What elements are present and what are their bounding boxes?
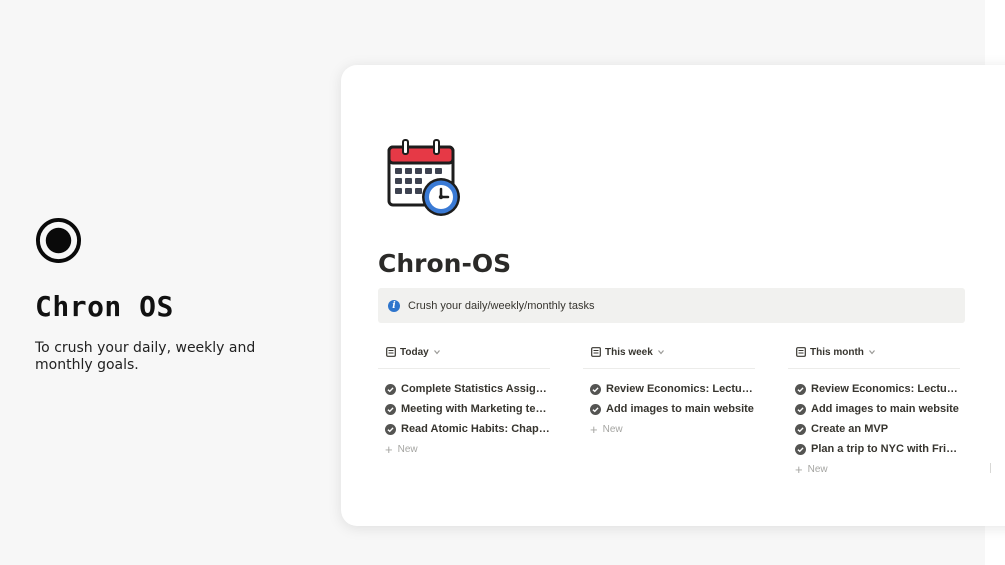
task-item[interactable]: Plan a trip to NYC with Friends <box>788 439 960 459</box>
plus-icon: + <box>385 441 393 457</box>
list-view-icon <box>386 347 396 357</box>
check-circle-icon <box>385 383 396 395</box>
task-item[interactable]: Review Economics: Lecture-1 <box>583 379 755 399</box>
task-list: Review Economics: Lecture-1 Add images t… <box>788 379 960 479</box>
view-tab-this-month[interactable]: This month <box>788 342 960 369</box>
board-column-this-week: This week Review Economics: Lecture-1 Ad… <box>583 342 755 439</box>
list-view-icon <box>591 347 601 357</box>
task-label: Create an MVP <box>811 423 889 435</box>
task-list: Review Economics: Lecture-1 Add images t… <box>583 379 755 439</box>
task-item[interactable]: Add images to main website <box>583 399 755 419</box>
task-item[interactable]: Review Economics: Lecture-1 <box>788 379 960 399</box>
new-item-label: New <box>397 443 418 455</box>
task-label: Read Atomic Habits: Chapter-5 <box>401 423 550 435</box>
check-circle-icon <box>795 443 806 455</box>
task-label: Plan a trip to NYC with Friends <box>811 443 960 455</box>
task-list: Complete Statistics Assignmen... Meeting… <box>378 379 550 459</box>
task-item[interactable]: Read Atomic Habits: Chapter-5 <box>378 419 550 439</box>
notion-page-card: Chron-OS i Crush your daily/weekly/month… <box>341 65 1005 526</box>
chevron-down-icon[interactable] <box>433 348 441 356</box>
new-item-label: New <box>807 463 828 475</box>
board-column-this-month: This month Review Economics: Lecture-1 A… <box>788 342 960 479</box>
brand-tagline: To crush your daily, weekly and monthly … <box>35 340 256 373</box>
info-icon: i <box>388 299 400 312</box>
calendar-clock-icon[interactable] <box>387 139 463 219</box>
check-circle-icon <box>795 423 806 435</box>
plus-icon: + <box>590 421 598 437</box>
task-label: Meeting with Marketing team <box>401 403 550 415</box>
plus-icon: + <box>795 461 803 477</box>
task-item[interactable]: Complete Statistics Assignmen... <box>378 379 550 399</box>
callout-text: Crush your daily/weekly/monthly tasks <box>408 299 595 312</box>
task-label: Add images to main website <box>606 403 754 415</box>
chevron-down-icon[interactable] <box>868 348 876 356</box>
task-label: Review Economics: Lecture-1 <box>606 383 755 395</box>
new-item-label: New <box>602 423 623 435</box>
task-label: Complete Statistics Assignmen... <box>401 383 550 395</box>
new-item-button[interactable]: + New <box>583 419 755 439</box>
scrollbar-handle[interactable] <box>990 463 991 473</box>
column-header-label: This week <box>605 346 653 358</box>
check-circle-icon <box>590 403 601 415</box>
task-item[interactable]: Create an MVP <box>788 419 960 439</box>
callout-block[interactable]: i Crush your daily/weekly/monthly tasks <box>378 288 965 323</box>
task-item[interactable]: Meeting with Marketing team <box>378 399 550 419</box>
check-circle-icon <box>385 423 396 435</box>
view-tab-today[interactable]: Today <box>378 342 550 369</box>
check-circle-icon <box>590 383 601 395</box>
list-view-icon <box>796 347 806 357</box>
new-item-button[interactable]: + New <box>788 459 960 479</box>
task-label: Add images to main website <box>811 403 959 415</box>
brand-title: Chron OS <box>35 290 174 323</box>
chevron-down-icon[interactable] <box>657 348 665 356</box>
view-tab-this-week[interactable]: This week <box>583 342 755 369</box>
task-item[interactable]: Add images to main website <box>788 399 960 419</box>
check-circle-icon <box>795 383 806 395</box>
board-column-today: Today Complete Statistics Assignmen... M… <box>378 342 550 459</box>
record-logo-icon <box>35 217 82 264</box>
check-circle-icon <box>385 403 396 415</box>
page-title: Chron-OS <box>378 249 512 278</box>
check-circle-icon <box>795 403 806 415</box>
column-header-label: This month <box>810 346 864 358</box>
new-item-button[interactable]: + New <box>378 439 550 459</box>
task-label: Review Economics: Lecture-1 <box>811 383 960 395</box>
column-header-label: Today <box>400 346 429 358</box>
